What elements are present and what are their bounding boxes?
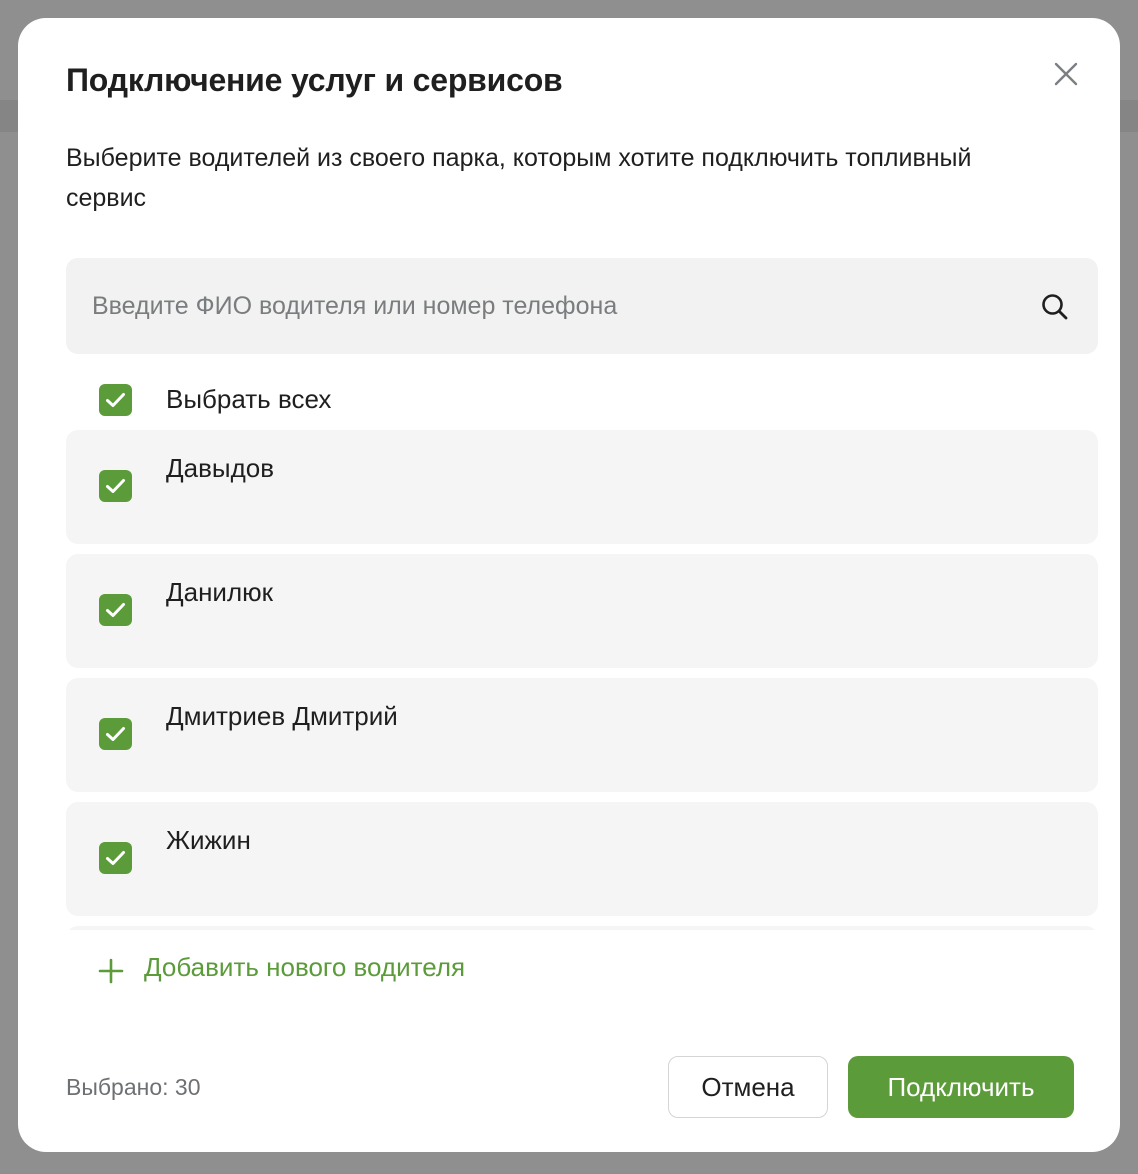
dialog-description: Выберите водителей из своего парка, кото… <box>66 144 972 212</box>
driver-name: Жижин <box>166 825 251 855</box>
plus-icon <box>98 958 124 984</box>
search-field[interactable] <box>66 258 1098 354</box>
select-all-checkbox[interactable] <box>99 384 132 416</box>
search-button[interactable] <box>1040 292 1070 322</box>
selected-count: Выбрано: 30 <box>66 1074 201 1100</box>
driver-item[interactable]: Давыдов <box>66 430 1098 544</box>
cancel-button[interactable]: Отмена <box>668 1056 828 1118</box>
driver-list[interactable]: Давыдов Данилюк Дмитриев Дмитрий Жижин <box>66 430 1098 930</box>
close-icon <box>1054 62 1078 86</box>
driver-checkbox[interactable] <box>99 470 132 502</box>
search-icon <box>1042 294 1068 320</box>
connect-button[interactable]: Подключить <box>848 1056 1074 1118</box>
driver-item[interactable]: Дмитриев Дмитрий <box>66 678 1098 792</box>
driver-item-partial[interactable] <box>66 926 1098 930</box>
check-icon <box>106 393 125 407</box>
search-input[interactable] <box>92 258 1012 354</box>
add-driver-label: Добавить нового водителя <box>144 952 466 982</box>
check-icon <box>106 479 125 493</box>
check-icon <box>106 603 125 617</box>
dialog-title: Подключение услуг и сервисов <box>66 62 563 98</box>
check-icon <box>106 727 125 741</box>
driver-checkbox[interactable] <box>99 842 132 874</box>
driver-item[interactable]: Жижин <box>66 802 1098 916</box>
driver-name: Данилюк <box>166 577 273 607</box>
driver-checkbox[interactable] <box>99 594 132 626</box>
driver-name: Давыдов <box>166 453 275 483</box>
driver-name: Дмитриев Дмитрий <box>166 701 398 731</box>
check-icon <box>106 851 125 865</box>
close-button[interactable] <box>1048 56 1084 92</box>
driver-checkbox[interactable] <box>99 718 132 750</box>
connect-services-dialog: Подключение услуг и сервисов Выберите во… <box>18 18 1120 1152</box>
driver-item[interactable]: Данилюк <box>66 554 1098 668</box>
select-all-label: Выбрать всех <box>166 384 332 414</box>
